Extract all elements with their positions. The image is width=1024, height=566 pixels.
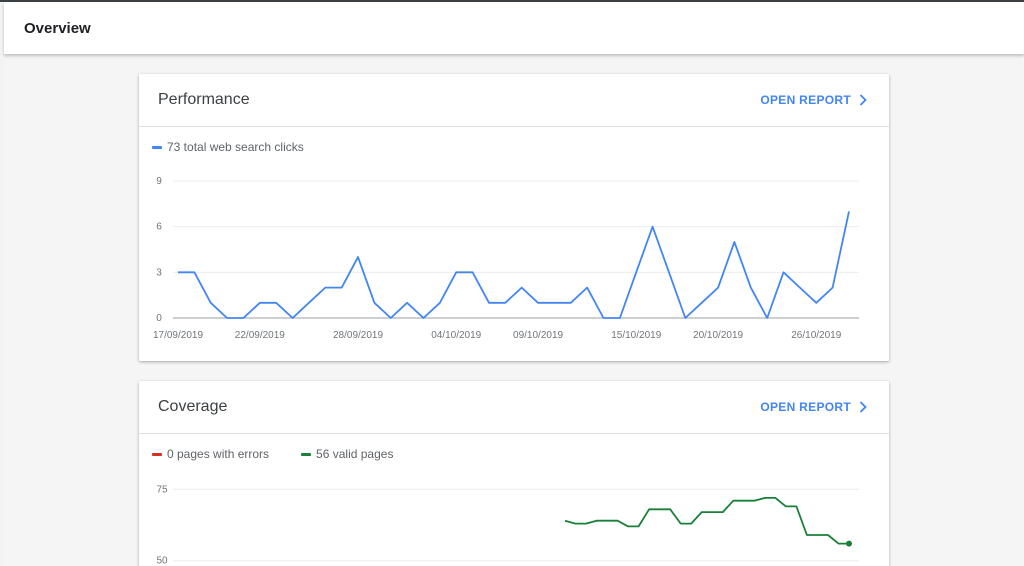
- performance-title: Performance: [158, 91, 250, 108]
- coverage-chart: 50 75: [156, 484, 859, 566]
- y-tick-label: 6: [156, 222, 162, 233]
- legend-swatch-clicks: [152, 145, 162, 149]
- valid-pages-last-point: [846, 540, 852, 547]
- performance-card: Performance OPEN REPORT 73 total web sea…: [139, 74, 889, 361]
- legend-item-valid[interactable]: 56 valid pages: [301, 447, 393, 461]
- coverage-card: Coverage OPEN REPORT 0 pages with errors…: [139, 381, 889, 566]
- y-tick-label: 9: [156, 176, 162, 187]
- performance-legend: 73 total web search clicks: [139, 127, 889, 167]
- open-report-label: OPEN REPORT: [760, 400, 851, 414]
- y-tick-label: 0: [156, 313, 162, 324]
- x-tick-label: 22/09/2019: [235, 330, 285, 341]
- x-tick-label: 17/09/2019: [153, 330, 203, 341]
- performance-chart: 0 3 6 9 17/09/2019 22/09/2019 28/09/2019 04/10/…: [153, 176, 859, 341]
- legend-label-valid: 56 valid pages: [316, 447, 394, 461]
- x-tick-label: 26/10/2019: [791, 330, 841, 341]
- coverage-title: Coverage: [158, 398, 228, 415]
- chevron-right-icon: [859, 94, 867, 106]
- coverage-legend: 0 pages with errors 56 valid pages: [139, 434, 889, 474]
- x-tick-label: 04/10/2019: [431, 330, 481, 341]
- y-tick-label: 75: [156, 484, 168, 495]
- performance-card-header: Performance OPEN REPORT: [139, 74, 889, 127]
- x-tick-label: 20/10/2019: [693, 330, 743, 341]
- legend-swatch-errors: [152, 452, 162, 456]
- x-tick-label: 28/09/2019: [333, 330, 383, 341]
- performance-open-report-button[interactable]: OPEN REPORT: [760, 93, 867, 107]
- valid-pages-series-line: [564, 496, 849, 545]
- y-tick-label: 3: [156, 267, 162, 278]
- clicks-series-line: [178, 211, 850, 319]
- app-bar: Overview: [4, 2, 1024, 54]
- legend-label-clicks: 73 total web search clicks: [167, 140, 304, 154]
- legend-label-errors: 0 pages with errors: [167, 447, 270, 461]
- coverage-open-report-button[interactable]: OPEN REPORT: [760, 400, 867, 414]
- page-title: Overview: [24, 19, 91, 37]
- x-tick-label: 15/10/2019: [611, 330, 661, 341]
- legend-item-errors[interactable]: 0 pages with errors: [152, 447, 269, 461]
- chevron-right-icon: [859, 401, 867, 413]
- coverage-card-header: Coverage OPEN REPORT: [139, 381, 889, 434]
- open-report-label: OPEN REPORT: [760, 93, 851, 107]
- y-tick-label: 50: [156, 556, 168, 566]
- legend-swatch-valid: [301, 452, 312, 456]
- x-tick-label: 09/10/2019: [513, 330, 563, 341]
- legend-item-clicks[interactable]: 73 total web search clicks: [152, 140, 304, 154]
